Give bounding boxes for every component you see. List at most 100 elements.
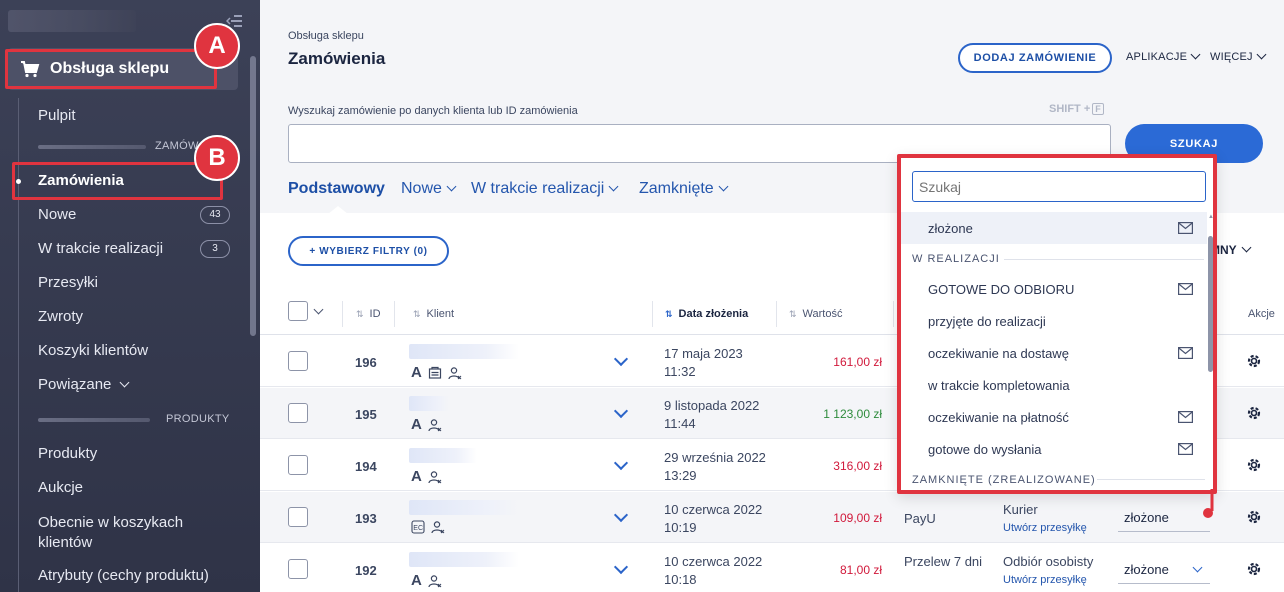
tab-in-progress[interactable]: W trakcie realizacji: [471, 180, 619, 198]
status-search-input[interactable]: [912, 171, 1206, 202]
mail-icon: [1178, 411, 1193, 423]
add-order-button[interactable]: DODAJ ZAMÓWIENIE: [958, 43, 1112, 73]
order-id[interactable]: 195: [355, 407, 377, 422]
date-time: 13:29: [664, 468, 697, 483]
table-row[interactable]: 192 A 10 czerwca 2022 10:18 81,00 zł Prze…: [260, 544, 1284, 592]
client-name-redacted: [409, 344, 519, 359]
order-value: 81,00 zł: [839, 563, 882, 577]
tab-closed[interactable]: Zamknięte: [639, 180, 729, 198]
row-checkbox[interactable]: [288, 559, 308, 579]
sort-icon: ⇅: [413, 309, 421, 319]
column-header-id[interactable]: ⇅ ID: [356, 308, 381, 320]
create-shipment-link[interactable]: Utwórz przesyłkę: [1003, 519, 1087, 537]
sort-desc-icon: ⇅: [665, 309, 673, 319]
row-checkbox[interactable]: [288, 455, 308, 475]
chevron-down-icon: [1192, 562, 1203, 573]
select-all-checkbox[interactable]: [288, 301, 308, 321]
breadcrumb[interactable]: Obsługa sklepu: [288, 30, 364, 42]
client-icons: EC: [411, 520, 445, 534]
dropdown-scrollbar[interactable]: [1208, 236, 1213, 372]
sidebar-item-attributes[interactable]: Atrybuty (cechy produktu): [38, 567, 209, 584]
divider: [1097, 479, 1205, 480]
divider: [1004, 259, 1204, 260]
divider: [38, 418, 150, 422]
in-progress-count-badge: 3: [200, 240, 230, 258]
status-option-accepted[interactable]: przyjęte do realizacji: [901, 305, 1207, 337]
expand-row-icon[interactable]: [613, 403, 629, 419]
option-label: oczekiwanie na płatność: [928, 410, 1069, 425]
expand-row-icon[interactable]: [613, 507, 629, 523]
gear-icon[interactable]: [1245, 404, 1263, 422]
order-id[interactable]: 192: [355, 563, 377, 578]
scroll-up-arrow[interactable]: ▲: [1208, 214, 1213, 220]
order-id[interactable]: 193: [355, 511, 377, 526]
apps-menu[interactable]: APLIKACJE: [1126, 49, 1201, 63]
apps-menu-label: APLIKACJE: [1126, 51, 1188, 63]
column-header-value[interactable]: ⇅ Wartość: [789, 308, 842, 320]
table-row[interactable]: 193 EC 10 czerwca 2022 10:19 109,00 zł Pa…: [260, 492, 1284, 543]
status-option-ready-to-ship[interactable]: gotowe do wysłania: [901, 433, 1207, 465]
sidebar-item-returns[interactable]: Zwroty: [38, 308, 83, 325]
shortcut-key: F: [1092, 103, 1104, 115]
row-checkbox[interactable]: [288, 351, 308, 371]
order-value: 109,00 zł: [833, 511, 882, 525]
column-header-client[interactable]: ⇅ Klient: [413, 308, 454, 320]
sidebar-scrollbar[interactable]: [250, 56, 256, 336]
column-header-date[interactable]: ⇅ Data złożenia: [665, 308, 748, 320]
client-icons: A: [411, 468, 442, 485]
tab-in-progress-label: W trakcie realizacji: [471, 180, 605, 197]
ecommerce-icon: EC: [411, 520, 425, 534]
chevron-down-icon: [1190, 49, 1201, 60]
chevron-down-icon: [718, 181, 729, 192]
more-menu-label: WIĘCEJ: [1210, 51, 1253, 63]
sidebar-item-carts[interactable]: Koszyki klientów: [38, 342, 148, 359]
tab-new[interactable]: Nowe: [401, 180, 457, 198]
choose-filters-button[interactable]: + WYBIERZ FILTRY (0): [288, 236, 449, 266]
more-menu[interactable]: WIĘCEJ: [1210, 49, 1267, 63]
sidebar-item-related[interactable]: Powiązane: [38, 376, 130, 393]
mail-icon: [1178, 222, 1193, 234]
status-select[interactable]: złożone: [1118, 502, 1210, 532]
status-option-ready-for-pickup[interactable]: GOTOWE DO ODBIORU: [901, 273, 1207, 305]
expand-row-icon[interactable]: [613, 559, 629, 575]
status-option-picking[interactable]: w trakcie kompletowania: [901, 369, 1207, 401]
order-date: 9 listopada 2022 11:44: [664, 397, 759, 433]
status-select[interactable]: złożone: [1118, 554, 1210, 584]
sidebar-item-shipments[interactable]: Przesyłki: [38, 274, 98, 291]
expand-row-icon[interactable]: [613, 351, 629, 367]
shipping-label: Kurier: [1003, 502, 1038, 517]
sidebar-item-auctions[interactable]: Aukcje: [38, 479, 83, 496]
allegro-icon: A: [411, 416, 422, 433]
status-option-awaiting-delivery[interactable]: oczekiwanie na dostawę: [901, 337, 1207, 369]
row-checkbox[interactable]: [288, 403, 308, 423]
sidebar-item-products[interactable]: Produkty: [38, 445, 97, 462]
chevron-down-icon[interactable]: [313, 304, 324, 315]
gear-icon[interactable]: [1245, 508, 1263, 526]
svg-text:EC: EC: [413, 525, 423, 532]
sidebar-item-new[interactable]: Nowe: [38, 206, 76, 223]
shipping-label: Odbiór osobisty: [1003, 554, 1094, 569]
date-day: 10 czerwca 2022: [664, 554, 763, 569]
expand-row-icon[interactable]: [613, 455, 629, 471]
client-icons: A: [411, 364, 462, 381]
tab-basic[interactable]: Podstawowy: [288, 180, 385, 198]
gear-icon[interactable]: [1245, 560, 1263, 578]
sidebar-item-in-carts[interactable]: Obecnie w koszykach klientów: [38, 513, 208, 553]
create-shipment-link[interactable]: Utwórz przesyłkę: [1003, 571, 1093, 589]
sidebar-item-in-progress[interactable]: W trakcie realizacji: [38, 240, 163, 257]
search-shortcut-hint: SHIFT + F: [1049, 103, 1104, 115]
order-id[interactable]: 196: [355, 355, 377, 370]
option-label: złożone: [928, 221, 973, 236]
order-value: 1 123,00 zł: [823, 407, 882, 421]
client-icons: A: [411, 416, 442, 433]
gear-icon[interactable]: [1245, 456, 1263, 474]
row-checkbox[interactable]: [288, 507, 308, 527]
new-count-badge: 43: [200, 206, 230, 224]
gear-icon[interactable]: [1245, 352, 1263, 370]
column-divider: [652, 301, 653, 327]
order-id[interactable]: 194: [355, 459, 377, 474]
date-time: 10:18: [664, 572, 697, 587]
sidebar-item-dashboard[interactable]: Pulpit: [38, 107, 76, 124]
status-option-placed[interactable]: złożone: [901, 212, 1207, 244]
status-option-awaiting-payment[interactable]: oczekiwanie na płatność: [901, 401, 1207, 433]
